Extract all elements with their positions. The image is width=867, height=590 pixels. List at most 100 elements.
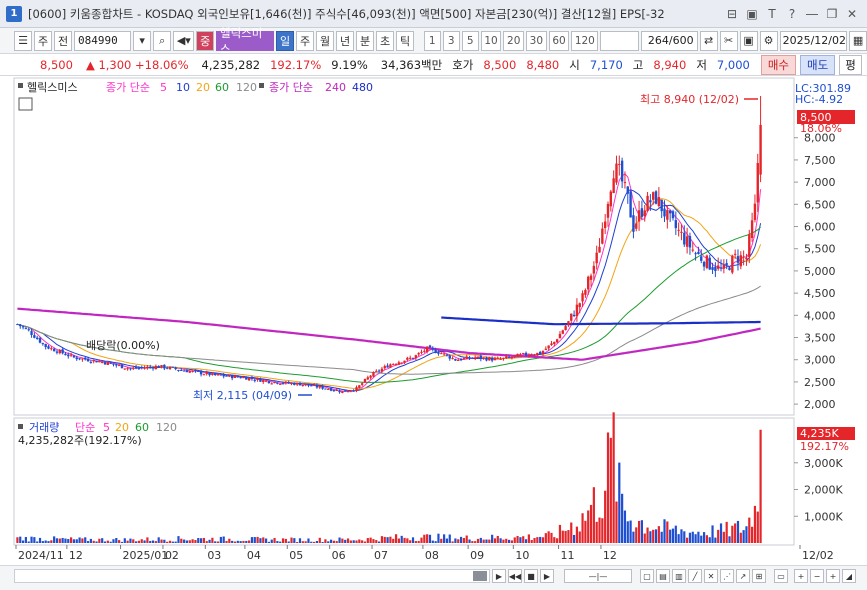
candle-body (363, 379, 367, 383)
sell-button[interactable]: 매도 (800, 54, 836, 75)
candle-body (375, 370, 378, 372)
interval-60[interactable]: 60 (548, 30, 570, 51)
period-second[interactable]: 초 (376, 30, 395, 51)
volume-bar (248, 540, 251, 543)
add-icon[interactable]: + (826, 569, 840, 583)
zoom-slider[interactable]: —|— (564, 569, 632, 583)
volume-bar (465, 535, 468, 543)
volume-bar (448, 534, 451, 543)
volume-bar (589, 504, 593, 543)
scroll-right-icon[interactable]: ▶ (492, 569, 506, 583)
candle-body (490, 357, 494, 361)
candle-body (671, 211, 675, 219)
zoom-out-icon[interactable]: − (810, 569, 824, 583)
volume-bar (67, 539, 70, 543)
draw-icon[interactable]: ╱ (688, 569, 702, 583)
candle-body (24, 328, 28, 330)
candle-body (236, 376, 240, 378)
search-icon[interactable]: ⌕ (153, 30, 172, 51)
cross-icon[interactable]: ✕ (704, 569, 718, 583)
interval-20[interactable]: 20 (503, 30, 525, 51)
settings-icon[interactable]: ⚙ (759, 30, 778, 51)
interval-1[interactable]: 1 (423, 30, 441, 51)
interval-30[interactable]: 30 (526, 30, 547, 51)
y-tick-label: 2,000 (804, 398, 836, 411)
interval-10[interactable]: 10 (480, 30, 502, 51)
rewind-icon[interactable]: ◀◀ (508, 569, 522, 583)
volume-bar (443, 534, 446, 543)
period-tick[interactable]: 틱 (396, 30, 415, 51)
period-minute[interactable]: 분 (356, 30, 375, 51)
close-button[interactable]: ✕ (845, 7, 859, 21)
help-icon[interactable]: ? (785, 7, 799, 21)
menu-icon[interactable]: ☰ (14, 30, 32, 51)
trend-icon[interactable]: ⋰ (720, 569, 734, 583)
flat-button[interactable]: 평 (839, 54, 862, 75)
candle-body (154, 366, 158, 370)
count-field[interactable]: 264/600 (640, 30, 698, 51)
candle-body (338, 390, 341, 393)
volume-bar (510, 540, 514, 543)
candle-body (191, 370, 194, 372)
minimize-button[interactable]: ― (805, 7, 819, 21)
grid-icon[interactable]: ⊞ (752, 569, 766, 583)
volume-bar (553, 537, 556, 543)
volume-bar (233, 541, 237, 543)
horizontal-scrollbar[interactable] (14, 569, 490, 583)
window-titlebar: 1 [0600] 키움종합차트 - KOSDAQ 외국인보유[1,646(천)]… (0, 0, 867, 28)
prev-button[interactable]: 전 (54, 30, 72, 51)
volume-bar (426, 534, 429, 543)
layout-icon[interactable]: ⊟ (725, 7, 739, 21)
vol-tick-label: 2,000K (804, 484, 843, 497)
zoom-in-icon[interactable]: + (794, 569, 808, 583)
dropdown-icon[interactable]: ▾ (133, 30, 152, 51)
restore-button[interactable]: ❐ (825, 7, 839, 21)
volume-bar (400, 535, 403, 543)
chart-canvas[interactable]: 헬릭스미스 종가 단순 5 10 20 60 120 종가 단순 240 480… (0, 76, 867, 566)
compare-icon[interactable]: ⇄ (699, 30, 718, 51)
mode-select[interactable]: 주 (34, 30, 52, 51)
volume-bar (742, 530, 745, 543)
date-field[interactable]: 2025/12/02 (779, 30, 848, 51)
stop-icon[interactable]: ■ (524, 569, 538, 583)
candle-body (38, 337, 42, 343)
forward-icon[interactable]: ▶ (540, 569, 554, 583)
interval-custom[interactable] (600, 30, 639, 51)
volume-bar (310, 541, 313, 543)
y-tick-label: 2,500 (804, 376, 836, 389)
period-week[interactable]: 주 (296, 30, 315, 51)
grid-toggle-icon[interactable] (18, 97, 33, 111)
volume-bar (496, 535, 499, 543)
candle-body (149, 366, 152, 368)
volume-bar (581, 513, 584, 543)
candle-body (89, 361, 93, 363)
speaker-icon[interactable]: ◀▾ (173, 30, 195, 51)
scroll-end-icon[interactable]: ◢ (842, 569, 856, 583)
font-icon[interactable]: T (765, 7, 779, 21)
volume-bar (626, 521, 629, 543)
layout2-icon[interactable]: ▤ (656, 569, 670, 583)
scroll-thumb[interactable] (473, 571, 487, 581)
screen-icon[interactable]: ▭ (774, 569, 788, 583)
save-icon[interactable]: ▣ (739, 30, 758, 51)
interval-120[interactable]: 120 (571, 30, 599, 51)
volume-bar (666, 521, 669, 543)
frame-icon[interactable]: ▣ (745, 7, 759, 21)
volume-bar (33, 537, 36, 543)
period-day[interactable]: 일 (276, 30, 295, 51)
period-year[interactable]: 년 (336, 30, 355, 51)
candle-body (307, 384, 310, 386)
volume-bar (151, 540, 155, 543)
layout1-icon[interactable]: ▢ (640, 569, 654, 583)
arrow-icon[interactable]: ↗ (736, 569, 750, 583)
layout3-icon[interactable]: ▥ (672, 569, 686, 583)
calendar-icon[interactable]: ▦ (849, 30, 867, 51)
interval-5[interactable]: 5 (461, 30, 479, 51)
tool-icon[interactable]: ✂ (719, 30, 738, 51)
interval-3[interactable]: 3 (442, 30, 460, 51)
volume-bar (146, 537, 149, 543)
stock-code-input[interactable]: 084990 (74, 30, 132, 51)
period-month[interactable]: 월 (316, 30, 335, 51)
buy-button[interactable]: 매수 (760, 54, 797, 75)
time-axis: 2024/11 12 2025/0102 03 04 05 06 07 08 09 10 11 12 12… (15, 545, 834, 562)
